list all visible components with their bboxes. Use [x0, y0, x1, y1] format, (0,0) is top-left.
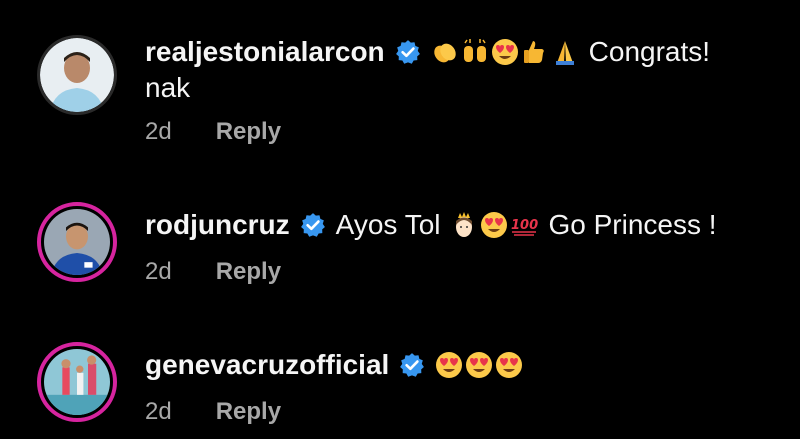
raised-hands-icon [463, 39, 486, 62]
comment-text-before: Ayos Tol [335, 209, 441, 240]
timestamp: 2d [145, 118, 172, 145]
username[interactable]: genevacruzofficial [145, 348, 389, 382]
username[interactable]: rodjuncruz [145, 208, 290, 242]
svg-text:100: 100 [511, 218, 538, 233]
heart-eyes-icon [496, 352, 523, 378]
avatar[interactable] [37, 202, 117, 282]
comment-text: Congrats! [588, 36, 711, 67]
comment-meta: 2d Reply [145, 118, 281, 146]
comment-line: genevacruzofficial [145, 348, 523, 382]
clap-hands-icon [433, 43, 456, 63]
princess-face-icon [456, 212, 473, 237]
verified-badge-icon [400, 353, 425, 377]
heart-eyes-icon [491, 39, 518, 65]
avatar[interactable] [37, 35, 117, 115]
verified-badge-icon [395, 40, 420, 64]
emoji-group [431, 38, 579, 66]
reply-button[interactable]: Reply [216, 118, 281, 146]
heart-eyes-icon [436, 352, 463, 378]
username[interactable]: realjestonialarcon [145, 35, 385, 69]
comment-meta: 2d Reply [145, 398, 281, 426]
emoji-group [435, 351, 523, 379]
comment-line: realjestonialarcon Congrats! [145, 35, 710, 69]
hundred-points-icon: 100 [511, 218, 538, 236]
avatar[interactable] [37, 342, 117, 422]
emoji-group: 100 [450, 211, 538, 239]
comment-text: Go Princess ! [548, 209, 717, 240]
comment-line: rodjuncruz Ayos Tol 100 Go Princess ! [145, 208, 717, 242]
timestamp: 2d [145, 258, 172, 285]
comment-text-continued: nak [145, 72, 191, 103]
heart-eyes-icon [466, 352, 493, 378]
verified-badge-icon [300, 213, 325, 237]
reply-button[interactable]: Reply [216, 398, 281, 426]
comment-meta: 2d Reply [145, 258, 281, 286]
reply-button[interactable]: Reply [216, 258, 281, 286]
folded-hands-icon [555, 41, 574, 65]
thumbs-up-icon [523, 41, 544, 63]
timestamp: 2d [145, 398, 172, 425]
heart-eyes-icon [481, 212, 508, 238]
